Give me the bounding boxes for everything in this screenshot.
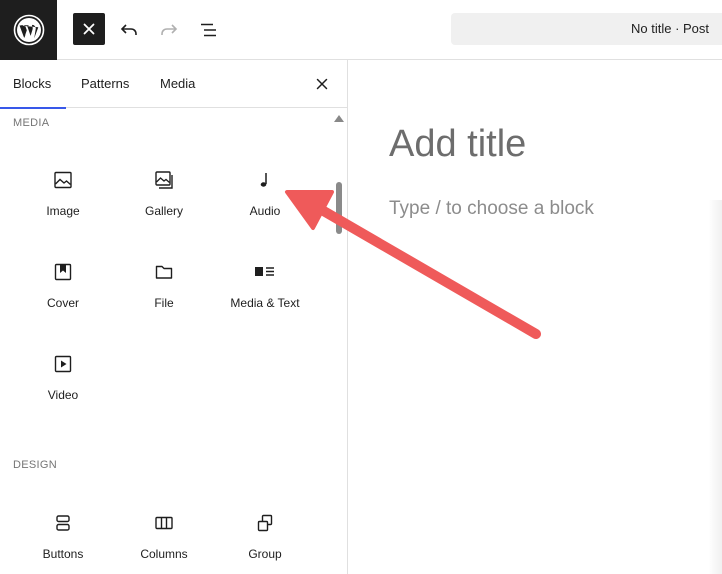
list-view-icon (201, 23, 216, 37)
image-icon (51, 168, 75, 192)
undo-button[interactable] (113, 14, 145, 46)
tab-patterns[interactable]: Patterns (81, 60, 129, 108)
block-item-columns[interactable]: Columns (116, 511, 212, 574)
block-label: Gallery (144, 204, 183, 218)
close-block-inserter-button[interactable] (73, 13, 105, 45)
redo-button[interactable] (153, 14, 185, 46)
media-text-icon (253, 260, 277, 284)
block-item-gallery[interactable]: Gallery (116, 168, 212, 248)
folder-icon (152, 260, 176, 284)
block-label: Buttons (42, 547, 84, 561)
block-label: Video (47, 388, 79, 402)
block-appender-placeholder[interactable]: Type / to choose a block (389, 198, 594, 220)
post-title-input[interactable]: Add title (389, 123, 526, 166)
buttons-icon (51, 511, 75, 535)
document-title-bar[interactable]: No title · Post (451, 13, 722, 45)
block-item-group[interactable]: Group (217, 511, 313, 574)
block-inserter-panel: Blocks Patterns Media MEDIA Image Galler… (0, 60, 348, 574)
block-item-cover[interactable]: Cover (15, 260, 111, 340)
block-label: Columns (140, 547, 188, 561)
editor-canvas: Add title Type / to choose a block (349, 60, 722, 574)
block-item-media-text[interactable]: Media & Text (217, 260, 313, 340)
inserter-tabs: Blocks Patterns Media (0, 60, 347, 109)
audio-icon (253, 168, 277, 192)
scrollbar-thumb[interactable] (336, 182, 342, 234)
block-item-audio[interactable]: Audio (217, 168, 313, 248)
block-label: Group (248, 547, 282, 561)
tab-media[interactable]: Media (160, 60, 195, 108)
block-label: Audio (249, 204, 281, 218)
undo-icon (120, 24, 137, 35)
category-title-media: MEDIA (13, 117, 50, 129)
video-icon (51, 352, 75, 376)
block-item-file[interactable]: File (116, 260, 212, 340)
block-label: File (154, 296, 174, 310)
block-label: Cover (46, 296, 79, 310)
block-label: Media & Text (230, 296, 300, 310)
columns-icon (152, 511, 176, 535)
close-icon (316, 78, 328, 90)
tab-blocks[interactable]: Blocks (0, 60, 67, 109)
document-overview-button[interactable] (193, 14, 225, 46)
editor-header: No title · Post (0, 0, 722, 60)
wordpress-logo-button[interactable] (0, 0, 57, 60)
close-panel-button[interactable] (312, 74, 332, 94)
block-item-image[interactable]: Image (15, 168, 111, 248)
redo-icon (161, 24, 178, 35)
group-icon (253, 511, 277, 535)
gallery-icon (152, 168, 176, 192)
close-icon (83, 23, 95, 35)
block-item-video[interactable]: Video (15, 352, 111, 432)
scroll-up-arrow[interactable] (334, 115, 344, 122)
wordpress-icon (13, 14, 44, 46)
block-label: Image (46, 204, 80, 218)
document-title: No title · Post (631, 21, 710, 36)
cover-icon (51, 260, 75, 284)
panel-shadow-edge (708, 200, 722, 574)
category-title-design: DESIGN (13, 459, 57, 471)
block-item-buttons[interactable]: Buttons (15, 511, 111, 574)
